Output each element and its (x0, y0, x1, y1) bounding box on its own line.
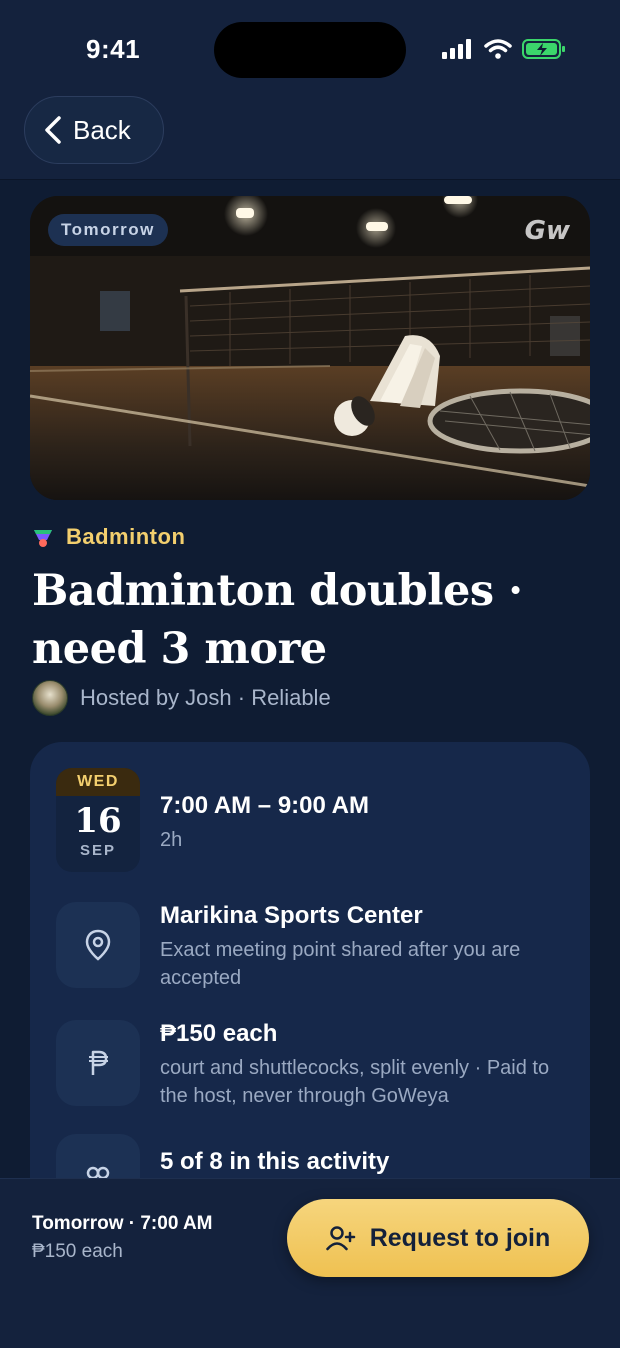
back-chevron-icon (45, 116, 61, 144)
activity-hero-image: Tomorrow Gw (30, 196, 590, 500)
back-button[interactable]: Back (24, 96, 164, 164)
people-icon (86, 1166, 110, 1178)
battery-icon (522, 39, 565, 59)
shuttlecock-icon (34, 530, 52, 547)
request-to-join-label: Request to join (369, 1223, 551, 1252)
brand-logo: Gw (524, 216, 570, 246)
date-day: 16 (74, 801, 122, 841)
participants-summary[interactable]: 5 of 8 in this activity (160, 1148, 389, 1176)
dynamic-island (214, 22, 406, 78)
bottom-when: Tomorrow · 7:00 AM (32, 1213, 213, 1234)
wifi-icon (484, 39, 512, 59)
duration: 2h (160, 829, 183, 851)
location-icon-tile (56, 902, 140, 988)
bottom-price: ₱150 each (32, 1241, 123, 1262)
host-text: Hosted by Josh · Reliable (80, 685, 331, 710)
bottom-action-bar: Tomorrow · 7:00 AM ₱150 each Request to … (0, 1178, 620, 1348)
user-plus-icon (325, 1226, 355, 1251)
activity-title: Badminton doubles · need 3 more (32, 566, 523, 674)
request-to-join-button[interactable]: Request to join (287, 1199, 589, 1277)
location-name[interactable]: Marikina Sports Center (160, 902, 423, 930)
location-note: Exact meeting point shared after you are… (160, 939, 521, 989)
date-tile: WED 16 SEP (56, 768, 140, 872)
activity-detail-scroll[interactable]: Tomorrow Gw Badminton Badminton doubles … (0, 180, 620, 1178)
date-month: SEP (79, 842, 116, 859)
back-label: Back (73, 114, 131, 145)
status-bar: 9:41 (0, 0, 620, 96)
cost-note: court and shuttlecocks, split evenly · P… (160, 1057, 550, 1107)
details-card: WED 16 SEP 7:00 AM – 9:00 AM 2h Marikina… (30, 742, 590, 1178)
top-nav: Back (0, 96, 620, 180)
location-pin-icon (85, 929, 111, 961)
host-info[interactable]: Hosted by Josh · Reliable (32, 680, 331, 716)
cost-icon-tile (56, 1020, 140, 1106)
sport-label: Badminton (66, 524, 186, 549)
status-icons (442, 38, 566, 60)
sport-category: Badminton (32, 524, 185, 550)
peso-icon (89, 1050, 108, 1075)
tomorrow-badge: Tomorrow (48, 214, 168, 246)
host-avatar[interactable] (32, 680, 68, 716)
cost-amount: ₱150 each (160, 1020, 278, 1047)
participants-icon-tile (56, 1134, 140, 1178)
time-range: 7:00 AM – 9:00 AM (160, 792, 369, 819)
status-time: 9:41 (86, 34, 141, 64)
signal-icon (442, 39, 471, 59)
date-day-of-week: WED (56, 768, 140, 796)
